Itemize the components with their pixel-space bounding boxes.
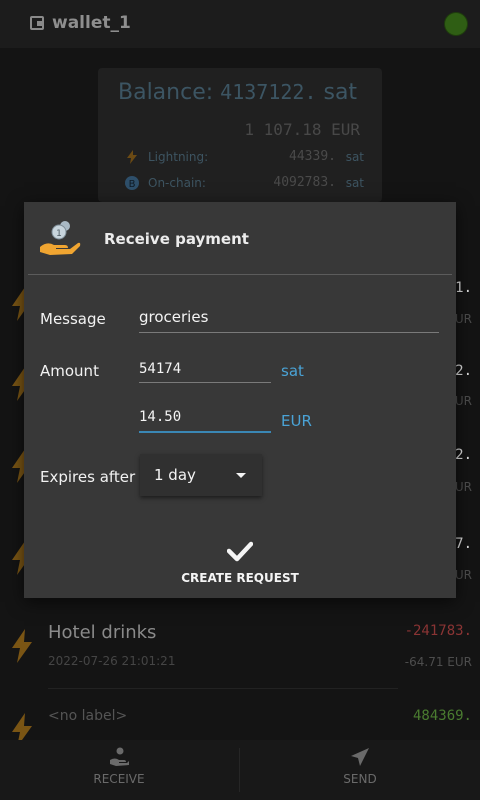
onchain-label: On-chain: (148, 176, 206, 190)
onchain-amount: 4092783. (273, 175, 336, 190)
receive-payment-dialog: 1 Receive payment Message Amount sat EUR… (24, 202, 456, 598)
amount-fiat-input[interactable] (139, 405, 271, 429)
wallet-name[interactable]: wallet_1 (52, 13, 131, 33)
history-amount: 7. (455, 536, 472, 552)
create-request-label: CREATE REQUEST (181, 571, 299, 585)
receive-label: RECEIVE (93, 772, 145, 786)
amount-sat-underline (139, 382, 271, 383)
send-button[interactable]: SEND (241, 740, 479, 800)
network-status-icon[interactable] (445, 13, 467, 35)
wallet-icon[interactable] (30, 16, 44, 30)
balance-label: Balance: (118, 80, 214, 105)
history-amount: 2. (455, 447, 472, 463)
onchain-balance-row: B On-chain: 4092783. sat (124, 174, 364, 194)
send-icon (351, 748, 369, 766)
lightning-label: Lightning: (148, 150, 209, 164)
svg-text:1: 1 (56, 229, 62, 239)
dialog-divider (28, 274, 452, 275)
checkmark-icon (227, 541, 253, 562)
receive-button[interactable]: RECEIVE (0, 740, 238, 800)
receive-payment-icon: 1 (40, 221, 81, 255)
history-separator (48, 688, 398, 689)
receive-icon (110, 747, 129, 766)
history-date: 2022-07-26 21:01:21 (48, 654, 176, 668)
send-label: SEND (343, 772, 377, 786)
message-label: Message (40, 310, 106, 328)
fiat-unit-toggle[interactable]: EUR (281, 412, 312, 430)
amount-fiat-underline (139, 431, 271, 433)
bottom-bar: RECEIVE SEND (0, 740, 480, 800)
history-fiat: UR (454, 394, 472, 408)
message-input-underline (139, 332, 439, 333)
history-amount: -241783. (404, 623, 472, 639)
top-bar: wallet_1 (0, 0, 480, 48)
bitcoin-icon: B (125, 176, 139, 190)
history-fiat: UR (454, 480, 472, 494)
balance-unit: sat (323, 80, 358, 105)
expires-label: Expires after (40, 468, 136, 486)
create-request-button[interactable]: CREATE REQUEST (174, 538, 306, 588)
history-fiat: UR (454, 312, 472, 326)
balance-card[interactable]: Balance: 4137122. sat 1 107.18 EUR Light… (98, 68, 382, 202)
balance-fiat: 1 107.18 EUR (244, 120, 360, 139)
history-amount: 2. (455, 363, 472, 379)
balance-amount: 4137122. (220, 80, 317, 104)
history-label: Hotel drinks (48, 622, 157, 643)
expires-dropdown[interactable]: 1 day (140, 454, 262, 496)
lightning-unit: sat (345, 150, 364, 164)
history-amount: 1. (455, 280, 472, 296)
svg-text:B: B (129, 179, 136, 190)
history-amount: 484369. (412, 708, 472, 724)
history-label: <no label> (48, 708, 128, 724)
amount-label: Amount (40, 362, 99, 380)
balance-line: Balance: 4137122. sat (118, 80, 357, 105)
message-input[interactable] (139, 305, 439, 329)
bottom-bar-divider (239, 748, 240, 792)
lightning-amount: 44339. (289, 149, 336, 164)
dialog-title: Receive payment (104, 230, 249, 248)
amount-unit-toggle[interactable]: sat (281, 362, 304, 380)
lightning-balance-row: Lightning: 44339. sat (124, 148, 364, 168)
lightning-icon (127, 150, 137, 164)
lightning-icon (12, 629, 32, 663)
onchain-unit: sat (345, 176, 364, 190)
chevron-down-icon (236, 473, 246, 478)
expires-value: 1 day (154, 466, 196, 484)
history-fiat: -64.71 EUR (404, 655, 472, 669)
amount-sat-input[interactable] (139, 357, 271, 381)
history-fiat: UR (454, 568, 472, 582)
